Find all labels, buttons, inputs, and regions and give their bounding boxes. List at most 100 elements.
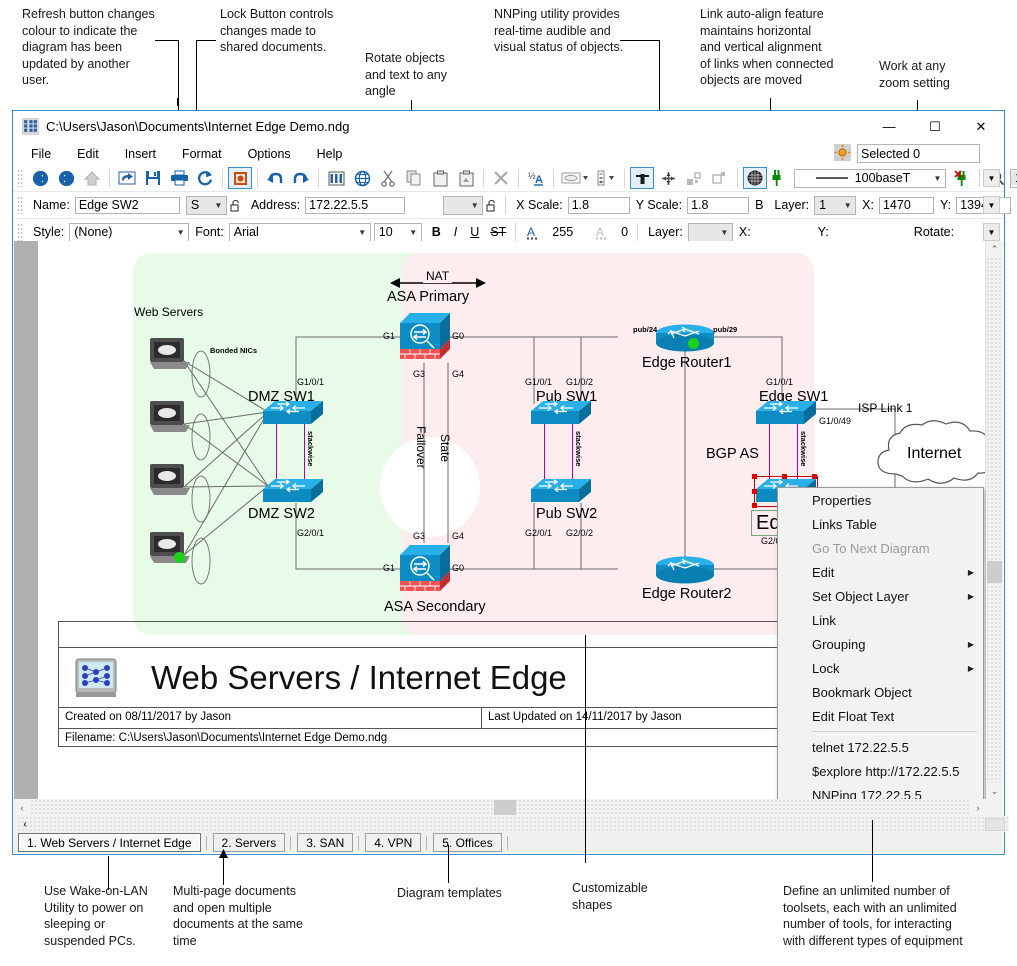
- forward-icon[interactable]: [54, 167, 78, 189]
- paste-special-icon[interactable]: [454, 167, 478, 189]
- selection-handle-bl[interactable]: [752, 503, 757, 508]
- tab-san[interactable]: 3. SAN: [297, 833, 354, 852]
- context-menu-item-lock[interactable]: Lock ▶: [778, 656, 983, 680]
- chevron-down-icon[interactable]: ▼: [717, 224, 732, 241]
- server-icon-3[interactable]: [148, 462, 192, 498]
- grid-icon[interactable]: [743, 167, 767, 189]
- x-scale-field[interactable]: 1.8: [567, 196, 630, 214]
- font-size-combo[interactable]: 10 ▼: [373, 222, 422, 242]
- firewall-icon-asa-primary[interactable]: [400, 311, 450, 363]
- context-menu-item-link[interactable]: Link: [778, 608, 983, 632]
- tab-offices[interactable]: 5. Offices: [433, 833, 502, 852]
- close-button[interactable]: ✕: [958, 111, 1004, 142]
- scroll-left-arrow-icon[interactable]: ‹: [14, 799, 30, 816]
- chevron-down-icon[interactable]: ▼: [406, 224, 421, 241]
- undo-icon[interactable]: [263, 167, 287, 189]
- table-icon[interactable]: [324, 167, 348, 189]
- save-icon[interactable]: [141, 167, 165, 189]
- selection-handle-ml[interactable]: [752, 489, 757, 494]
- bold-toggle-label[interactable]: B: [755, 198, 763, 212]
- menu-item-file[interactable]: File: [31, 147, 51, 161]
- selection-handle-tr[interactable]: [812, 474, 817, 479]
- selected-count-field[interactable]: Selected 0: [857, 144, 980, 163]
- disconnect-icon[interactable]: [950, 167, 974, 189]
- fill-colour-icon[interactable]: [559, 167, 591, 189]
- chevron-down-icon[interactable]: ▼: [211, 197, 226, 214]
- horizontal-scroll-thumb[interactable]: [494, 800, 516, 815]
- font-combo[interactable]: Arial ▼: [228, 222, 371, 242]
- server-icon-2[interactable]: [148, 399, 192, 435]
- context-menu-item-grouping[interactable]: Grouping ▶: [778, 632, 983, 656]
- underline-button[interactable]: U: [470, 225, 479, 239]
- toolbar-grip[interactable]: [17, 196, 24, 214]
- layer-combo[interactable]: 1 ▼: [814, 195, 857, 215]
- chevron-down-icon[interactable]: ▼: [930, 170, 945, 187]
- address-type-combo[interactable]: ▼: [443, 195, 484, 215]
- strikethrough-button[interactable]: ST: [490, 225, 506, 239]
- menu-item-help[interactable]: Help: [317, 147, 343, 161]
- context-menu-tool-explore[interactable]: $explore http://172.22.5.5: [778, 759, 983, 783]
- back-icon[interactable]: [28, 167, 52, 189]
- chevron-down-icon[interactable]: ▼: [467, 197, 482, 214]
- switch-icon-pub-sw1[interactable]: [531, 399, 591, 427]
- diagram-canvas[interactable]: Web Servers Bonded NICs G1/0/1 DMZ SW1 D…: [38, 241, 986, 799]
- switch-icon-dmz-sw1[interactable]: [263, 399, 323, 427]
- selection-handle-tl[interactable]: [752, 474, 757, 479]
- print-icon[interactable]: [167, 167, 191, 189]
- copy-icon[interactable]: [402, 167, 426, 189]
- home-icon[interactable]: [80, 167, 104, 189]
- rotate-text-icon[interactable]: ½A: [524, 167, 548, 189]
- horizontal-scrollbar[interactable]: ‹ ›: [14, 799, 986, 816]
- context-menu-item-edit[interactable]: Edit ▶: [778, 560, 983, 584]
- context-menu-item-edit-float-text[interactable]: Edit Float Text: [778, 704, 983, 728]
- refresh-icon[interactable]: [193, 167, 217, 189]
- vertical-scrollbar[interactable]: ⌃ ⌄: [985, 241, 1003, 799]
- redo-icon[interactable]: [289, 167, 313, 189]
- router-icon-edge-router1[interactable]: [655, 323, 715, 355]
- scroll-right-arrow-icon[interactable]: ›: [970, 799, 986, 816]
- lock-document-icon[interactable]: [228, 167, 252, 189]
- address-field[interactable]: 172.22.5.5: [305, 196, 406, 214]
- y-scale-field[interactable]: 1.8: [687, 196, 750, 214]
- selection-handle-tc[interactable]: [782, 474, 787, 479]
- vertical-scroll-thumb[interactable]: [987, 561, 1002, 583]
- toolbar-overflow-button[interactable]: ▼: [983, 169, 1000, 187]
- context-menu[interactable]: Properties Links Table Go To Next Diagra…: [777, 487, 984, 799]
- context-menu-item-bookmark-object[interactable]: Bookmark Object: [778, 680, 983, 704]
- paste-icon[interactable]: [428, 167, 452, 189]
- font-colour-icon[interactable]: A: [521, 221, 545, 243]
- tab-vpn[interactable]: 4. VPN: [365, 833, 422, 852]
- unlock-icon[interactable]: [228, 194, 244, 216]
- server-icon-1[interactable]: [148, 336, 192, 372]
- tab-strip-grip[interactable]: [985, 817, 1005, 831]
- switch-icon-edge-sw1[interactable]: [756, 399, 816, 427]
- order-icon[interactable]: [708, 167, 732, 189]
- chevron-down-icon[interactable]: ▼: [173, 224, 188, 241]
- align-icon[interactable]: [630, 167, 654, 189]
- maximize-button[interactable]: ☐: [912, 111, 958, 142]
- globe-icon[interactable]: [350, 167, 374, 189]
- open-icon[interactable]: [115, 167, 139, 189]
- style-combo[interactable]: (None) ▼: [69, 222, 190, 242]
- cut-icon[interactable]: [376, 167, 400, 189]
- scroll-up-arrow-icon[interactable]: ⌃: [986, 241, 1003, 257]
- delete-icon[interactable]: [489, 167, 513, 189]
- fontbar-overflow-button[interactable]: ▼: [983, 223, 1000, 241]
- switch-icon-pub-sw2[interactable]: [531, 477, 591, 505]
- highlight-icon[interactable]: [834, 143, 851, 164]
- context-menu-item-set-object-layer[interactable]: Set Object Layer ▶: [778, 584, 983, 608]
- chevron-down-icon[interactable]: ▼: [840, 197, 855, 214]
- menu-item-edit[interactable]: Edit: [77, 147, 99, 161]
- tab-web-servers-internet-edge[interactable]: 1. Web Servers / Internet Edge: [18, 833, 201, 852]
- context-menu-tool-telnet[interactable]: telnet 172.22.5.5: [778, 735, 983, 759]
- menu-item-options[interactable]: Options: [248, 147, 291, 161]
- toolbar-grip[interactable]: [17, 223, 24, 241]
- tab-scroll-strip[interactable]: ‹: [17, 816, 1009, 832]
- distribute-icon[interactable]: [682, 167, 706, 189]
- italic-button[interactable]: I: [454, 225, 457, 239]
- text-fill-colour-icon[interactable]: A: [590, 221, 614, 243]
- text-layer-combo[interactable]: ▼: [687, 222, 733, 242]
- bold-button[interactable]: B: [432, 225, 441, 239]
- toolbar-grip[interactable]: [17, 169, 24, 187]
- router-icon-edge-router2[interactable]: [655, 555, 715, 587]
